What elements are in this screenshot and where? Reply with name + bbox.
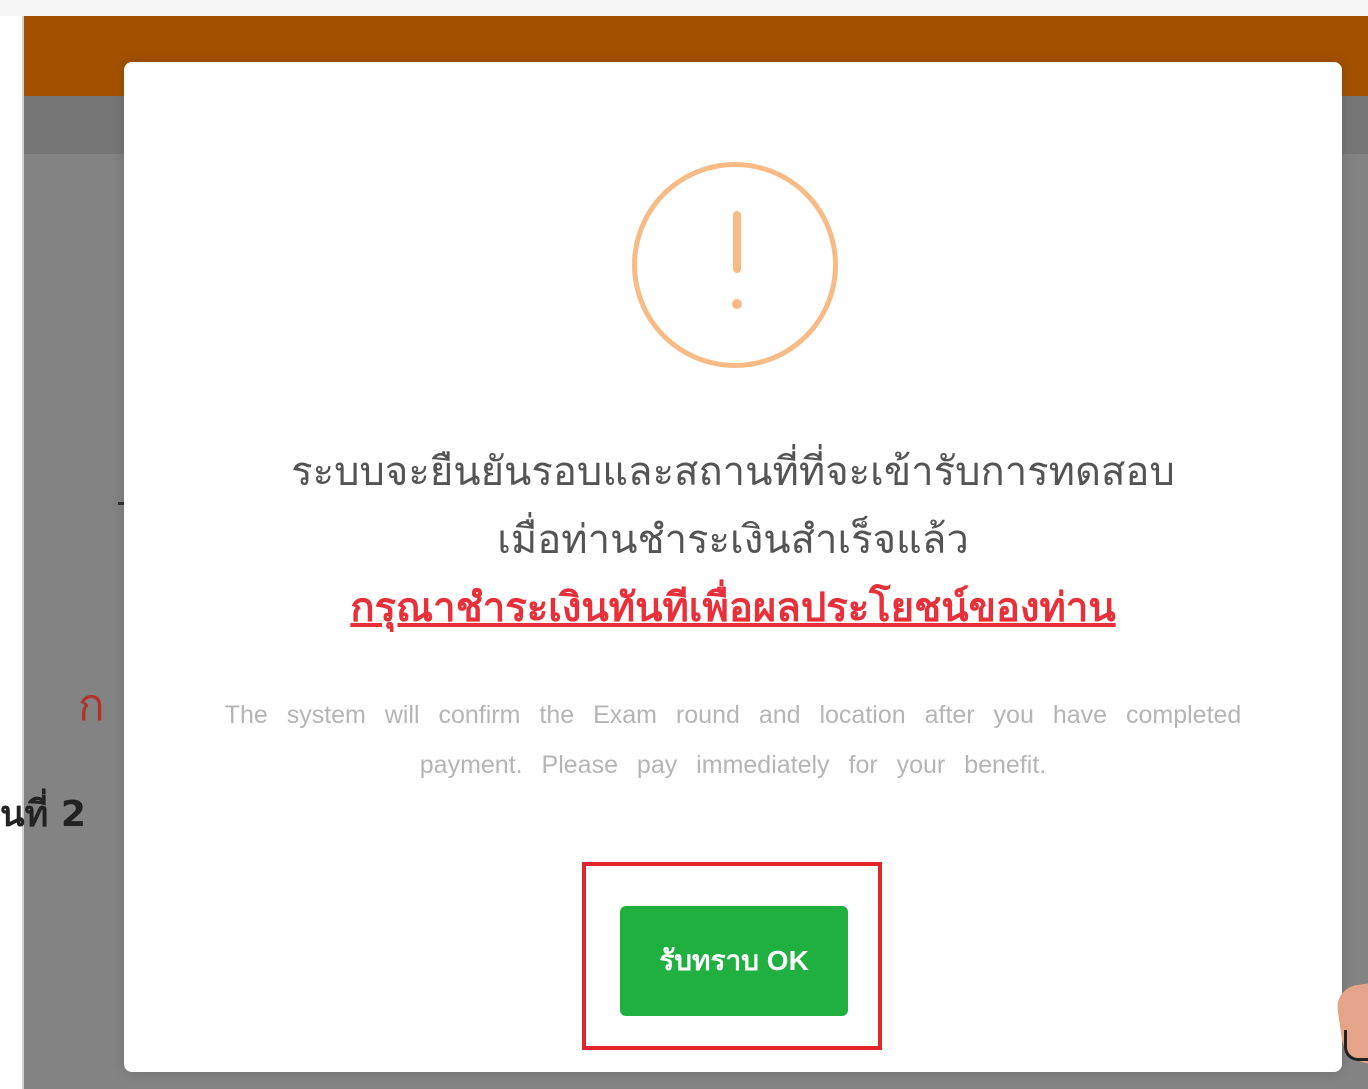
background-left-text-fragment: นที่ 2 xyxy=(0,794,86,835)
background-red-text-fragment: ก xyxy=(78,680,105,731)
dialog-message-thai-line-1: ระบบจะยืนยันรอบและสถานที่ที่จะเข้ารับการ… xyxy=(291,450,1175,494)
hand-drawing-outline xyxy=(1344,1030,1368,1061)
dialog-message-thai-urgent: กรุณาชำระเงินทันทีเพื่อผลประโยชน์ของท่าน xyxy=(350,586,1116,630)
exclamation-bar xyxy=(733,211,741,273)
payment-confirmation-dialog: ระบบจะยืนยันรอบและสถานที่ที่จะเข้ารับการ… xyxy=(124,62,1342,1072)
warning-exclamation-icon xyxy=(632,162,838,368)
screen: ก นที่ 2 ล ระบบจะยืนยันรอบและสถานที่ที่จ… xyxy=(0,0,1368,1089)
browser-top-strip xyxy=(0,0,1368,16)
exclamation-dot xyxy=(732,299,742,309)
dialog-message-thai-line-2: เมื่อท่านชำระเงินสำเร็จแล้ว xyxy=(497,518,969,562)
ok-button-highlight: รับทราบ OK xyxy=(582,862,882,1050)
dialog-message-english: The system will confirm the Exam round a… xyxy=(224,701,1242,779)
ok-button[interactable]: รับทราบ OK xyxy=(620,906,848,1016)
